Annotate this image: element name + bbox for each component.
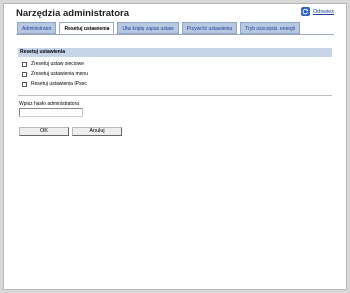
refresh-link[interactable]: Odśwież — [301, 7, 334, 16]
tab-divider — [16, 34, 334, 35]
password-label: Wpisz hasło administratora — [19, 101, 80, 107]
tab-energy-saver[interactable]: Tryb oszczędz. energii — [240, 22, 301, 34]
refresh-icon — [301, 7, 310, 16]
tab-backup-settings[interactable]: Utw kopię zapas ustaw — [117, 22, 179, 34]
reset-section-header: Resetuj ustawienia — [18, 48, 332, 57]
reset-ipsec-checkbox[interactable] — [22, 81, 27, 87]
reset-menu-checkbox[interactable] — [22, 71, 27, 77]
refresh-label: Odśwież — [312, 8, 334, 15]
section-divider — [18, 95, 332, 96]
reset-network-checkbox[interactable] — [22, 61, 27, 67]
admin-password-input[interactable] — [19, 108, 83, 117]
option-reset-menu: Zresetuj ustawienia menu — [22, 70, 88, 78]
reset-menu-label: Zresetuj ustawienia menu — [31, 71, 88, 77]
ok-button[interactable]: OK — [19, 127, 69, 136]
option-reset-ipsec: Resetuj ustawienia IPsec — [22, 80, 87, 88]
tab-restore-settings[interactable]: Przywróć ustawienia — [181, 22, 238, 34]
cancel-button[interactable]: Anuluj — [72, 127, 122, 136]
option-reset-network: Zresetuj ustaw sieciowe — [22, 60, 84, 68]
tab-bar: Administrator Resetuj ustawienia Utw kop… — [17, 22, 301, 34]
reset-ipsec-label: Resetuj ustawienia IPsec — [31, 81, 87, 87]
page-title: Narzędzia administratora — [16, 8, 129, 19]
tab-administrator[interactable]: Administrator — [17, 22, 57, 34]
tab-reset-settings[interactable]: Resetuj ustawienia — [59, 22, 115, 34]
admin-tools-window: Narzędzia administratora Odśwież Adminis… — [3, 3, 347, 290]
reset-network-label: Zresetuj ustaw sieciowe — [31, 61, 85, 67]
